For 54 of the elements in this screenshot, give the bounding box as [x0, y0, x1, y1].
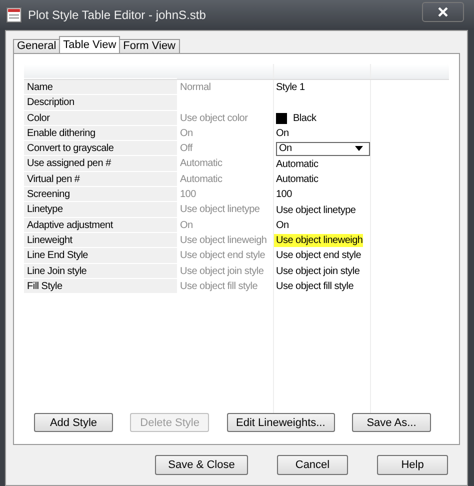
dialog-button[interactable]: Help [377, 455, 448, 475]
dropdown-arrow-icon [355, 146, 363, 152]
action-button[interactable]: Edit Lineweights... [226, 413, 335, 432]
property-label: Convert to grayscale [27, 143, 114, 154]
default-value: Automatic [180, 174, 222, 185]
style-value: On [276, 218, 289, 232]
style-value: Use object join style [276, 264, 360, 278]
dialog-button[interactable]: Save & Close [155, 455, 248, 475]
action-button[interactable]: Add Style [34, 413, 113, 432]
default-value: Automatic [180, 158, 222, 170]
property-label: Use assigned pen # [27, 158, 111, 170]
window-title: Plot Style Table Editor - johnS.stb [28, 8, 207, 22]
default-value: Use object end style [180, 250, 266, 262]
dialog-button[interactable]: Cancel [277, 455, 348, 475]
style-value: Automatic [276, 172, 318, 186]
default-value: Use object linetype [180, 204, 260, 216]
value-dropdown[interactable]: On [276, 142, 370, 156]
default-value: Normal [180, 82, 211, 93]
default-value: On [180, 220, 193, 231]
style-value: Automatic [276, 158, 318, 171]
style-value: Style 1 [276, 81, 305, 94]
default-value: Use object lineweigh [180, 234, 267, 246]
property-label: Enable dithering [27, 128, 96, 139]
style-value: Black [293, 112, 316, 125]
tab[interactable]: Form View [119, 39, 180, 53]
tab[interactable]: Table View [59, 36, 120, 53]
style-value: Use object lineweigh [274, 234, 363, 248]
property-label: Adaptive adjustment [27, 220, 113, 231]
close-button[interactable] [422, 2, 464, 22]
property-label: Lineweight [27, 234, 72, 246]
style-value: On [276, 127, 289, 140]
property-label: Line Join style [27, 266, 87, 277]
property-label: Virtual pen # [27, 174, 80, 185]
style-value: Use object end style [276, 249, 362, 262]
default-value: Off [180, 143, 192, 154]
property-label: Screening [27, 189, 70, 200]
default-value: Use object color [180, 112, 248, 124]
property-label: Name [27, 82, 53, 93]
style-value: Use object linetype [276, 204, 356, 217]
property-label: Fill Style [27, 280, 62, 292]
default-value: On [180, 128, 193, 139]
property-label: Description [27, 97, 74, 108]
property-label: Line End Style [27, 250, 88, 262]
table-icon [6, 7, 22, 23]
action-button[interactable]: Save As... [352, 413, 431, 432]
property-label: Linetype [27, 204, 63, 216]
close-icon [438, 7, 448, 17]
property-label: Color [27, 112, 50, 124]
default-value: Use object join style [180, 266, 264, 277]
default-value: 100 [180, 189, 196, 200]
style-value: Use object fill style [276, 280, 354, 293]
style-value: 100 [276, 188, 292, 202]
default-value: Use object fill style [180, 280, 258, 292]
tab[interactable]: General [13, 39, 60, 53]
